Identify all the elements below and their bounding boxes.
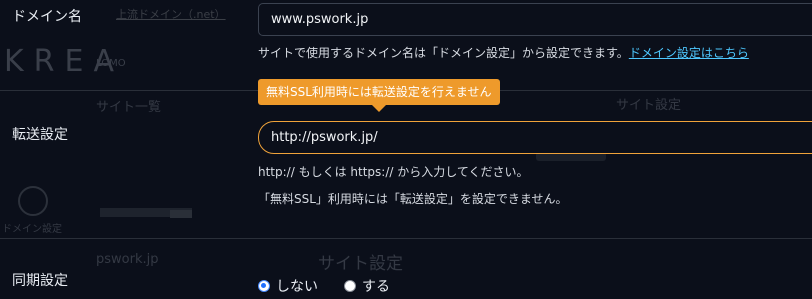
sync-option-off-label: しない [276,279,318,295]
sync-label: 同期設定 [12,273,68,289]
redirect-help-ssl: 「無料SSL」利用時には「転送設定」を設定できません。 [258,192,568,206]
redirect-help-protocol: http:// もしくは https:// から入力してください。 [258,165,529,179]
background-breadcrumb: 上流ドメイン（.net） [116,8,226,21]
ssl-warning-tooltip: 無料SSL利用時には転送設定を行えません [258,79,500,105]
redirect-url-input[interactable] [258,121,812,154]
domain-help-text: サイトで使用するドメイン名は「ドメイン設定」から設定できます。 [258,46,629,60]
domain-settings-link[interactable]: ドメイン設定はこちら [629,46,749,60]
radio-unselected-icon[interactable] [344,280,356,292]
row-divider [0,238,812,239]
domain-label: ドメイン名 [12,9,82,25]
background-site-settings-2: サイト設定 [318,254,403,274]
sync-option-on[interactable]: する [344,276,390,296]
background-site-list: サイト一覧 [96,100,162,115]
background-globe-icon [18,186,48,216]
radio-selected-icon[interactable] [258,280,270,292]
domain-help: サイトで使用するドメイン名は「ドメイン設定」から設定できます。ドメイン設定はこち… [258,44,749,61]
sync-radio-group: しない する [258,276,416,296]
background-bar-2 [170,210,192,218]
background-logo-sub: LOMO [96,58,126,69]
background-site-settings: サイト設定 [616,98,682,113]
sync-option-off[interactable]: しない [258,276,318,296]
background-domain-settings: ドメイン設定 [2,224,62,235]
background-site-name: pswork.jp [96,252,159,267]
sync-option-on-label: する [362,279,390,295]
tooltip-arrow [372,105,386,112]
redirect-label: 転送設定 [12,127,68,143]
domain-input[interactable] [258,3,812,36]
